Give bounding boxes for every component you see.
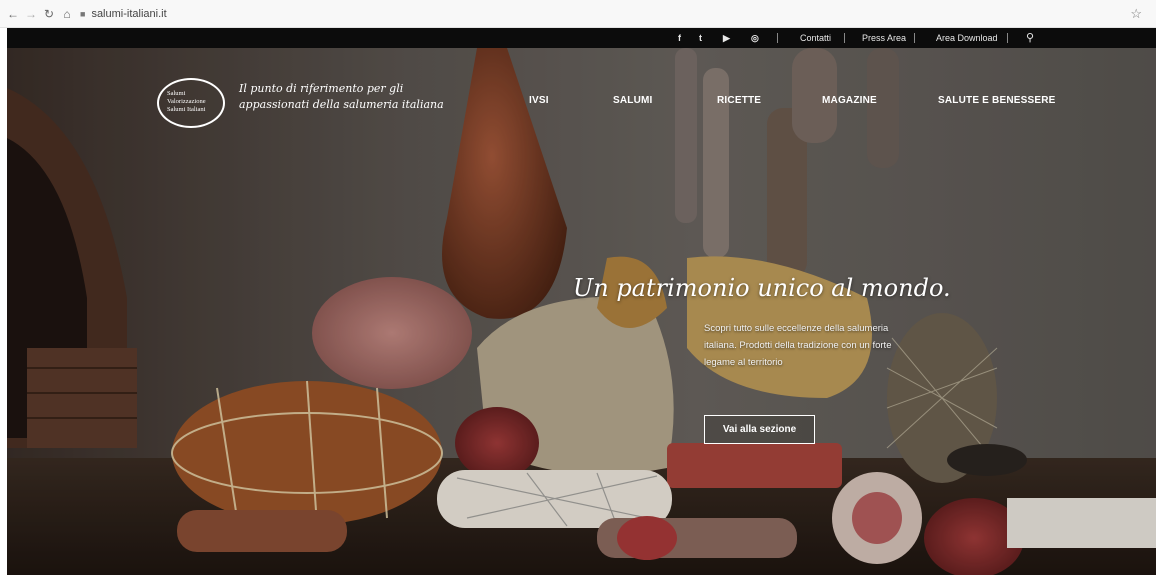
back-icon[interactable]: ← bbox=[6, 7, 20, 21]
logo-line: Valorizzazione bbox=[167, 98, 206, 105]
lock-icon: ■ bbox=[80, 9, 86, 19]
search-icon[interactable]: ⚲ bbox=[1026, 28, 1034, 48]
nav-salute-benessere[interactable]: SALUTE E BENESSERE bbox=[938, 95, 1056, 106]
site: f t ▶ ◎ Contatti Press Area Area Downloa… bbox=[7, 28, 1156, 575]
home-icon[interactable]: ⌂ bbox=[60, 7, 74, 21]
nav-ivsi[interactable]: IVSI bbox=[529, 95, 549, 106]
hero-subtext: Scopri tutto sulle eccellenze della salu… bbox=[704, 323, 892, 368]
site-logo[interactable]: Salumi Valorizzazione Salumi Italiani bbox=[157, 78, 225, 128]
address-bar[interactable]: ■ salumi-italiani.it bbox=[80, 5, 600, 23]
hero-cta-button[interactable]: Vai alla sezione bbox=[704, 415, 815, 444]
facebook-icon[interactable]: f bbox=[678, 28, 681, 48]
topbar-link-download[interactable]: Area Download bbox=[936, 28, 998, 48]
topbar-link-press[interactable]: Press Area bbox=[862, 28, 906, 48]
logo-line: Salumi Italiani bbox=[167, 106, 206, 113]
utility-bar: f t ▶ ◎ Contatti Press Area Area Downloa… bbox=[7, 28, 1156, 48]
forward-icon[interactable]: → bbox=[24, 7, 38, 21]
nav-magazine[interactable]: MAGAZINE bbox=[822, 95, 877, 106]
topbar-link-contatti[interactable]: Contatti bbox=[800, 28, 831, 48]
star-icon[interactable]: ☆ bbox=[1130, 6, 1142, 22]
nav-ricette[interactable]: RICETTE bbox=[717, 95, 761, 106]
logo-line: Salumi bbox=[167, 90, 186, 97]
hero-headline: Un patrimonio unico al mondo. bbox=[573, 274, 951, 302]
divider bbox=[914, 33, 915, 43]
twitter-icon[interactable]: t bbox=[699, 28, 702, 48]
youtube-icon[interactable]: ▶ bbox=[723, 28, 730, 48]
divider bbox=[844, 33, 845, 43]
nav-salumi[interactable]: SALUMI bbox=[613, 95, 653, 106]
hero-image bbox=[7, 48, 1156, 575]
reload-icon[interactable]: ↻ bbox=[42, 7, 56, 21]
hero: Salumi Valorizzazione Salumi Italiani Il… bbox=[7, 48, 1156, 575]
url-text: salumi-italiani.it bbox=[91, 8, 167, 20]
browser-bar: ← → ↻ ⌂ ■ salumi-italiani.it ☆ bbox=[0, 0, 1156, 28]
divider bbox=[777, 33, 778, 43]
tagline: Il punto di riferimento per gli appassio… bbox=[239, 82, 444, 111]
instagram-icon[interactable]: ◎ bbox=[751, 28, 759, 48]
logo-text: Salumi Valorizzazione Salumi Italiani bbox=[167, 90, 223, 114]
divider bbox=[1007, 33, 1008, 43]
